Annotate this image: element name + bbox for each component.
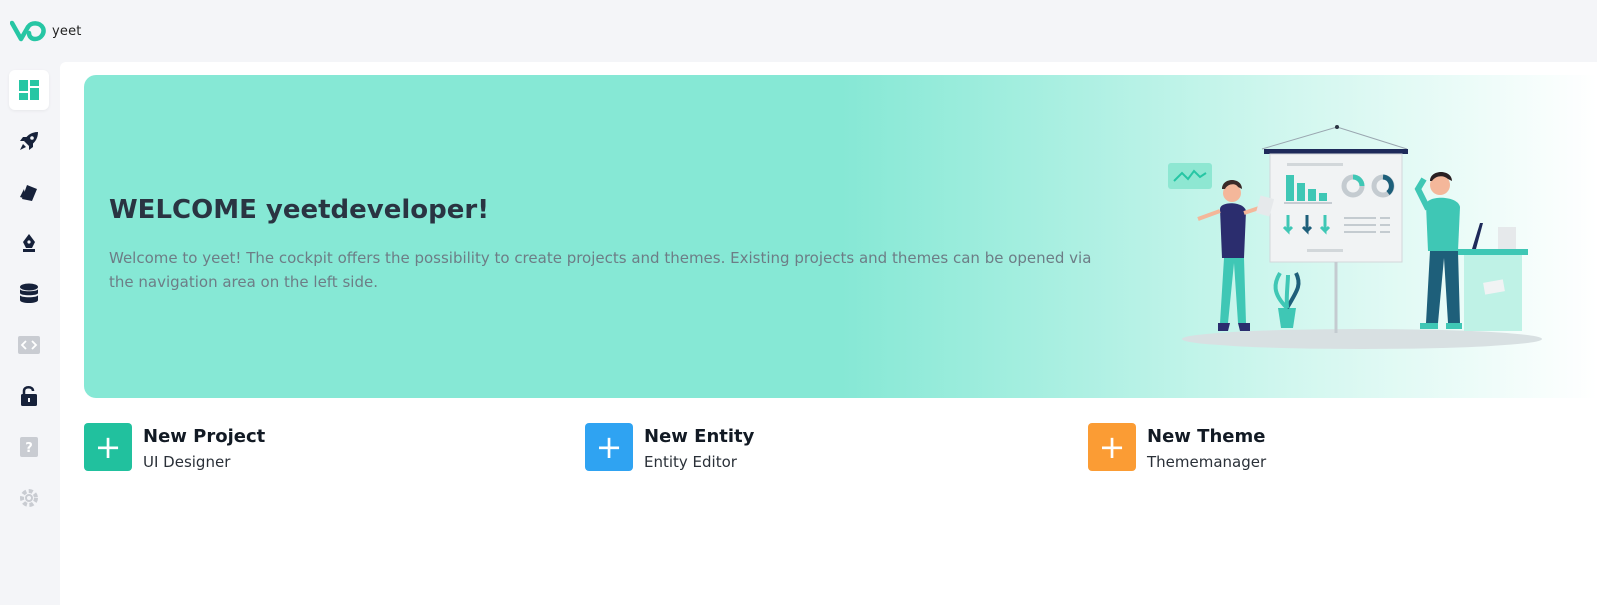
- sidebar-item-help[interactable]: ?: [9, 427, 49, 467]
- new-theme-action[interactable]: + New Theme Thememanager: [1088, 423, 1266, 471]
- theme-brush-icon: [20, 185, 37, 201]
- app-name: yeet: [52, 23, 82, 39]
- sidebar-item-security[interactable]: [9, 376, 49, 416]
- pen-nib-icon: [23, 234, 35, 252]
- sidebar-item-database[interactable]: [9, 274, 49, 314]
- sidebar-item-settings[interactable]: [9, 478, 49, 518]
- code-icon: [18, 336, 40, 354]
- plus-icon[interactable]: +: [585, 423, 633, 471]
- sidebar-item-code[interactable]: [9, 325, 49, 365]
- new-project-subtitle: UI Designer: [143, 453, 231, 471]
- sidebar-item-themes[interactable]: [9, 172, 49, 212]
- sidebar-item-editor[interactable]: [9, 223, 49, 263]
- main-content: WELCOME yeetdeveloper! Welcome to yeet! …: [60, 62, 1597, 605]
- new-theme-subtitle: Thememanager: [1147, 453, 1267, 471]
- presentation-illustration: [1168, 125, 1542, 349]
- top-bar: yeet: [0, 0, 1597, 62]
- app-logo[interactable]: yeet: [10, 20, 82, 42]
- help-icon: ?: [20, 437, 38, 457]
- new-entity-title[interactable]: New Entity: [644, 426, 754, 448]
- sidebar-item-projects[interactable]: [9, 121, 49, 161]
- welcome-text: Welcome to yeet! The cockpit offers the …: [109, 249, 1092, 291]
- sidebar-item-dashboard[interactable]: [9, 70, 49, 110]
- new-project-action[interactable]: + New Project UI Designer: [84, 423, 265, 471]
- yeet-logo-icon: [10, 20, 46, 42]
- new-theme-title[interactable]: New Theme: [1147, 426, 1266, 448]
- database-icon: [20, 283, 38, 303]
- sidebar-nav: ?: [0, 62, 60, 605]
- new-entity-subtitle: Entity Editor: [644, 453, 737, 471]
- dashboard-icon: [19, 80, 39, 100]
- rocket-icon: [20, 132, 38, 150]
- svg-text:?: ?: [25, 441, 33, 456]
- new-entity-action[interactable]: + New Entity Entity Editor: [585, 423, 754, 471]
- welcome-banner: WELCOME yeetdeveloper! Welcome to yeet! …: [84, 75, 1597, 398]
- plus-icon[interactable]: +: [1088, 423, 1136, 471]
- welcome-title: WELCOME yeetdeveloper!: [109, 195, 490, 225]
- new-project-title[interactable]: New Project: [143, 426, 265, 448]
- plus-icon[interactable]: +: [84, 423, 132, 471]
- lock-icon: [21, 386, 37, 406]
- settings-gear-icon: [20, 489, 38, 507]
